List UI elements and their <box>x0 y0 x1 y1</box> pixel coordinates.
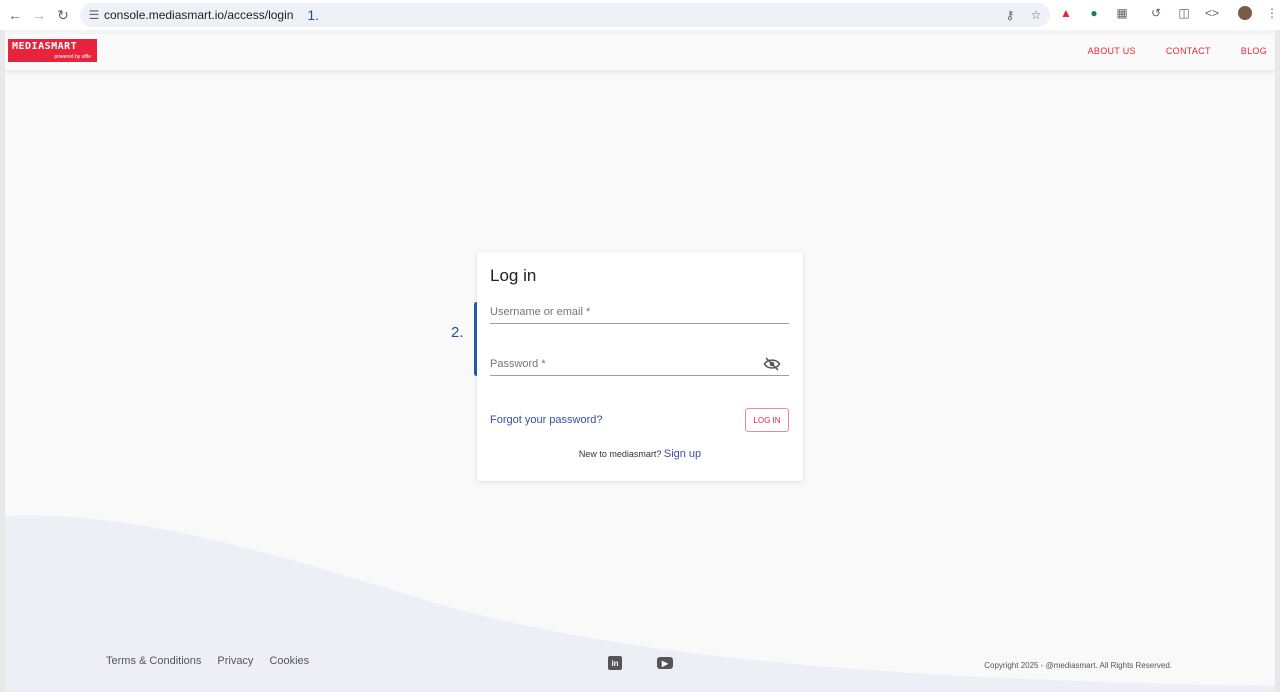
login-card: Log in Username or email * Password * Fo… <box>477 252 803 481</box>
reload-icon[interactable]: ↻ <box>51 3 75 27</box>
youtube-icon[interactable]: ▶ <box>657 657 673 669</box>
url-text[interactable]: console.mediasmart.io/access/login <box>104 8 293 22</box>
footer-terms-link[interactable]: Terms & Conditions <box>106 655 201 667</box>
signup-link[interactable]: Sign up <box>664 448 701 460</box>
username-field[interactable]: Username or email * <box>490 302 789 324</box>
footer-links: Terms & Conditions Privacy Cookies <box>106 655 309 667</box>
logo-subtext: powered by affle <box>54 54 91 60</box>
nav-blog[interactable]: BLOG <box>1241 46 1267 56</box>
forward-icon[interactable]: → <box>27 3 51 27</box>
browser-menu-icon[interactable]: ⋮ <box>1264 5 1280 21</box>
back-icon[interactable]: ← <box>3 3 27 27</box>
login-button[interactable]: LOG IN <box>745 408 789 432</box>
nav-about-us[interactable]: ABOUT US <box>1088 46 1136 56</box>
linkedin-icon[interactable]: in <box>608 656 622 670</box>
site-info-icon[interactable]: ☰ <box>86 7 102 23</box>
top-navigation: ABOUT US CONTACT BLOG <box>1088 46 1267 56</box>
reading-mode-icon[interactable]: ◫ <box>1176 5 1192 21</box>
history-icon[interactable]: ↺ <box>1148 5 1164 21</box>
mediasmart-logo[interactable]: MEDIASMART powered by affle <box>8 39 97 62</box>
password-field[interactable]: Password * <box>490 354 789 376</box>
password-key-icon[interactable]: ⚷ <box>1002 7 1018 23</box>
extension-red-icon[interactable]: ▲ <box>1058 5 1074 21</box>
toggle-visibility-icon[interactable] <box>763 357 781 371</box>
annotation-step-1: 1. <box>307 7 320 23</box>
logo-text: MEDIASMART <box>12 41 78 52</box>
new-to-mediasmart-text: New to mediasmart? <box>578 449 662 459</box>
address-bar[interactable]: ☰ console.mediasmart.io/access/login 1. … <box>80 3 1050 27</box>
devtools-code-icon[interactable]: <> <box>1204 5 1220 21</box>
signup-line: New to mediasmart? Sign up <box>477 448 803 460</box>
footer-privacy-link[interactable]: Privacy <box>217 655 253 667</box>
annotation-step-2: 2. <box>451 324 464 341</box>
page-viewport: MEDIASMART powered by affle ABOUT US CON… <box>0 30 1280 692</box>
bookmark-star-icon[interactable]: ☆ <box>1028 7 1044 23</box>
site-header: MEDIASMART powered by affle ABOUT US CON… <box>5 34 1275 70</box>
copyright-text: Copyright 2025 - @mediasmart. All Rights… <box>984 661 1172 670</box>
extensions-puzzle-icon[interactable]: ▦ <box>1114 5 1130 21</box>
browser-toolbar: ← → ↻ ☰ console.mediasmart.io/access/log… <box>0 0 1280 30</box>
login-title: Log in <box>490 266 537 285</box>
extensions-area: ▲ ● ▦ ↺ ◫ <> ⋮ <box>1058 5 1280 21</box>
forgot-password-link[interactable]: Forgot your password? <box>490 414 603 426</box>
nav-contact[interactable]: CONTACT <box>1166 46 1211 56</box>
profile-avatar-icon[interactable] <box>1238 6 1252 20</box>
extension-green-icon[interactable]: ● <box>1086 5 1102 21</box>
username-input[interactable] <box>490 302 789 323</box>
footer-cookies-link[interactable]: Cookies <box>269 655 309 667</box>
password-input[interactable] <box>490 354 789 375</box>
